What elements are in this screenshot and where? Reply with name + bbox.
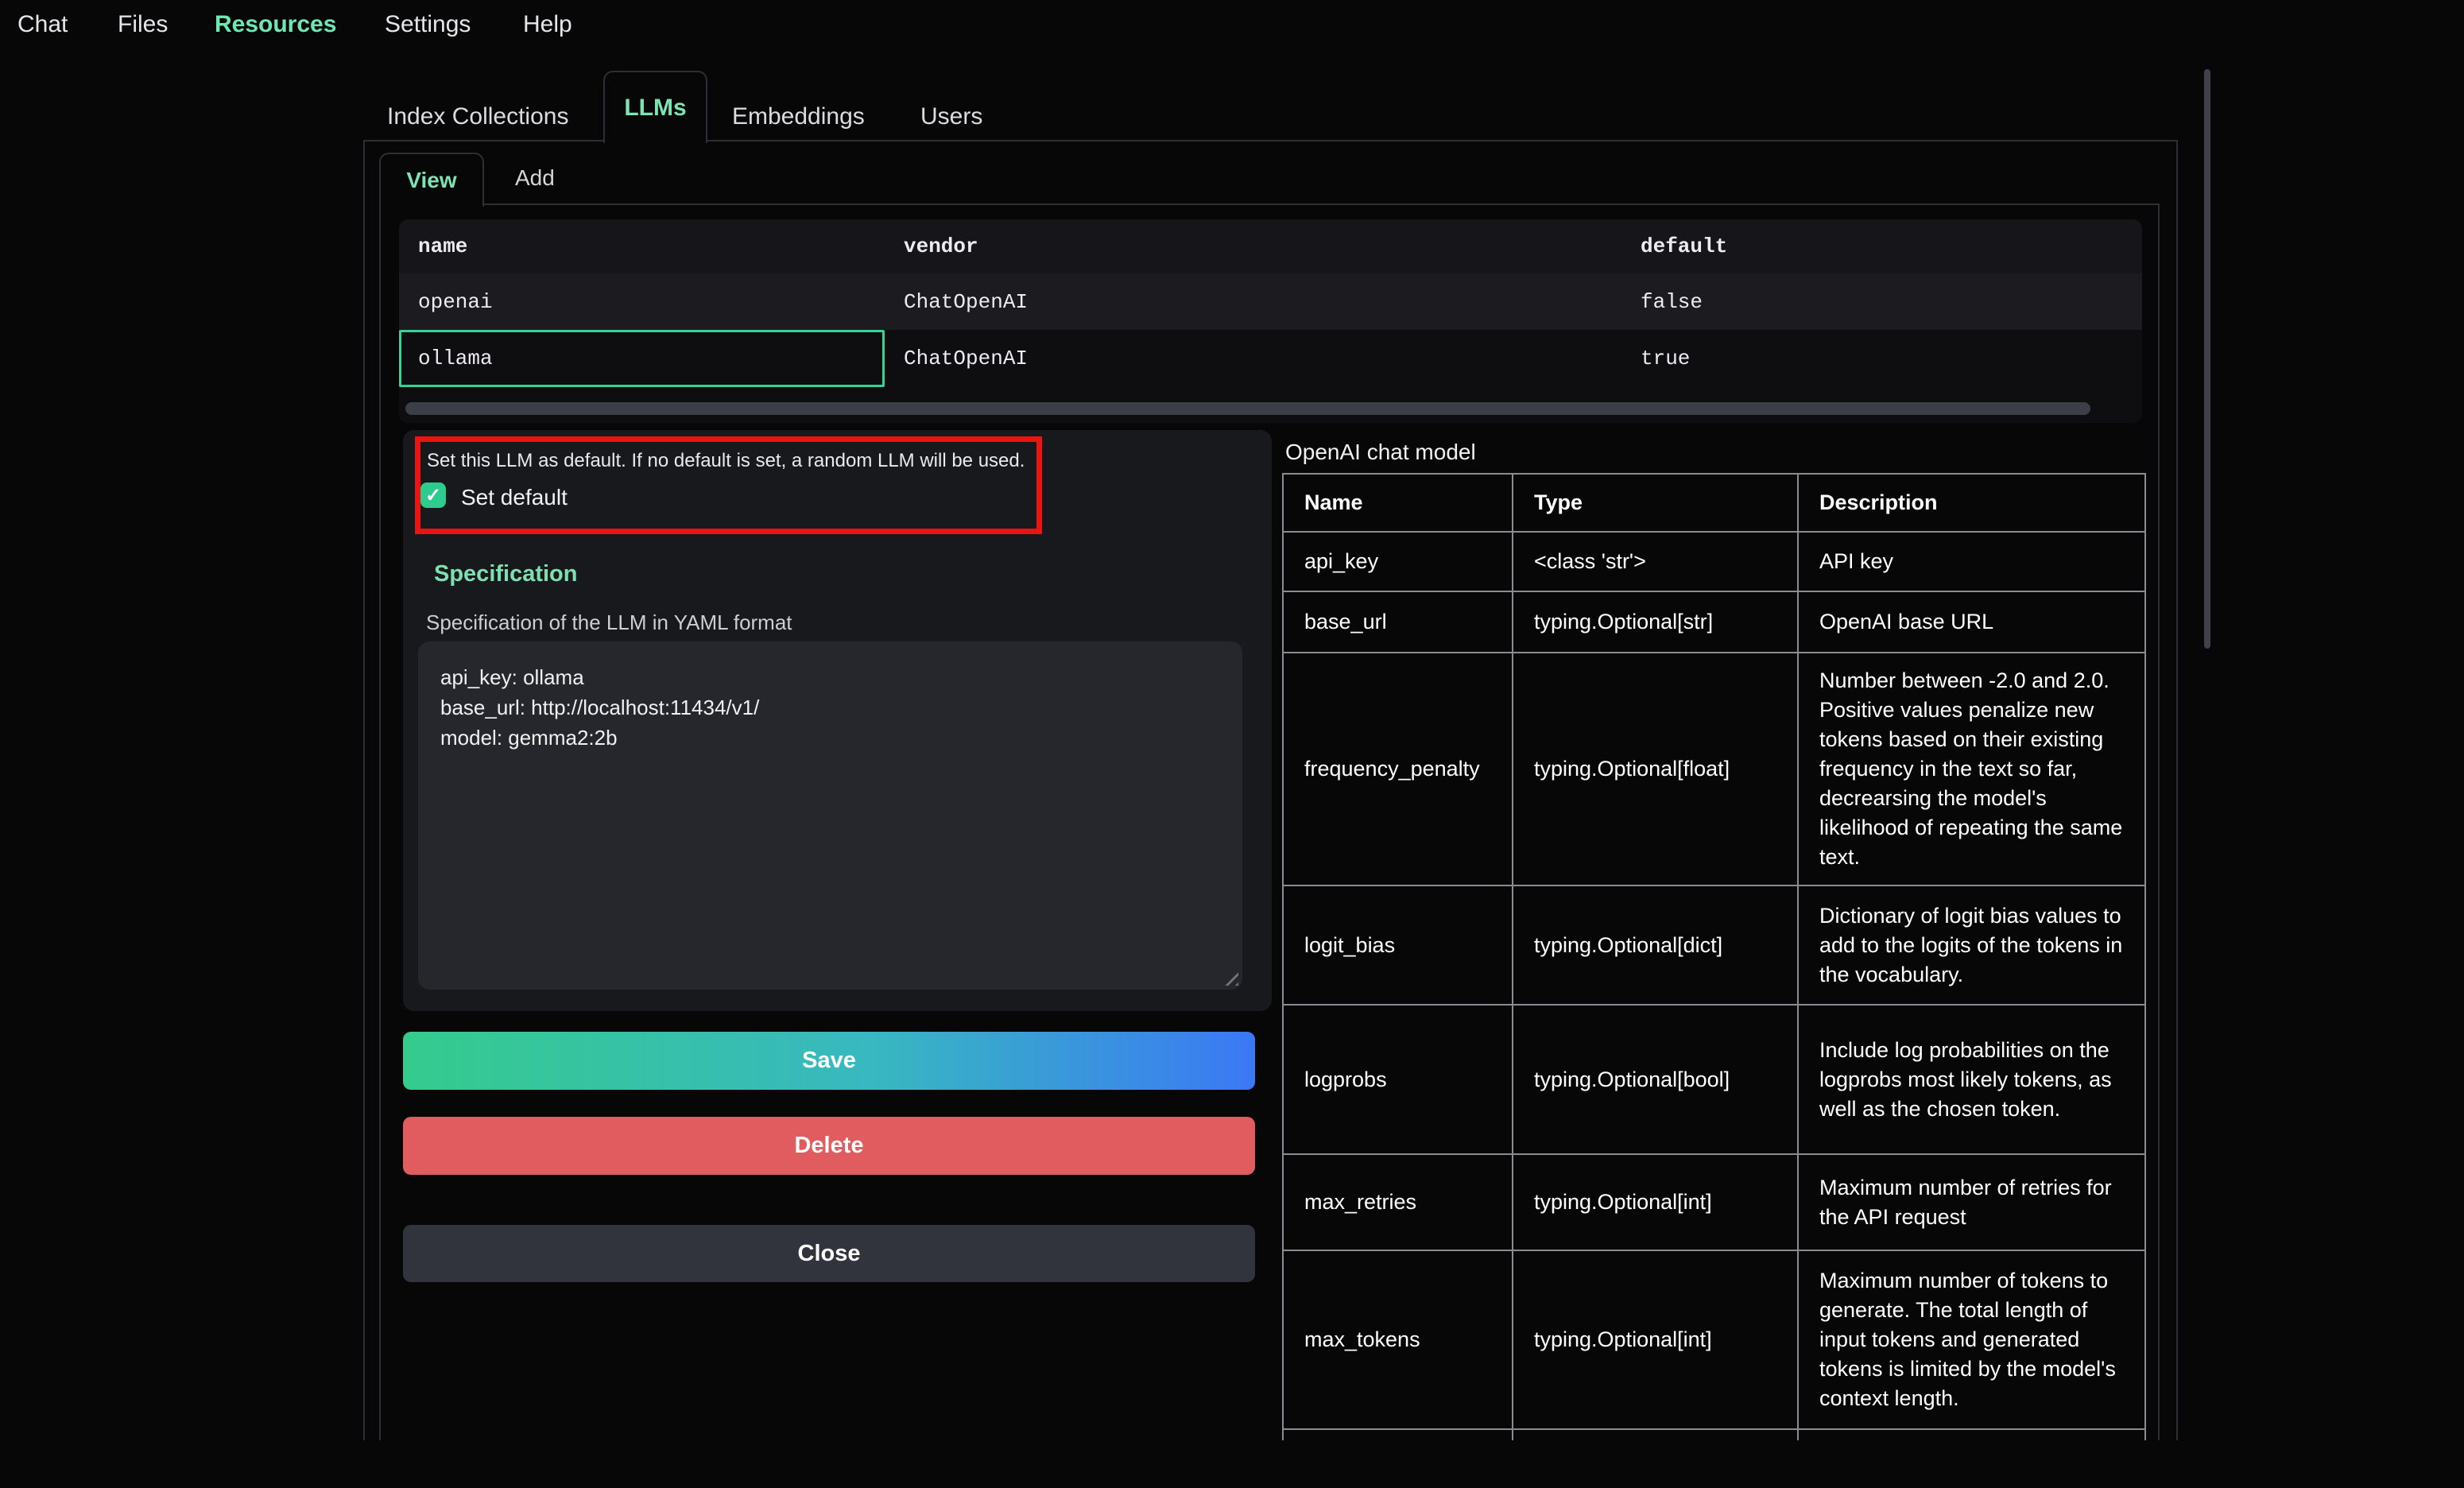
vertical-scrollbar-thumb[interactable]: [2204, 69, 2210, 649]
llm-col-vendor: vendor: [885, 219, 1621, 273]
delete-button[interactable]: Delete: [403, 1117, 1255, 1175]
model-panel-title: OpenAI chat model: [1285, 440, 1476, 465]
param-description: Maximum number of retries for the API re…: [1798, 1154, 2145, 1250]
llm-cell-default[interactable]: false: [1621, 273, 2142, 330]
specification-caption: Specification of the LLM in YAML format: [426, 610, 792, 635]
param-name: api_key: [1283, 532, 1513, 591]
param-name: logprobs: [1283, 1005, 1513, 1154]
save-button[interactable]: Save: [403, 1032, 1255, 1090]
param-description: Dictionary of logit bias values to add t…: [1798, 885, 2145, 1005]
param-name: max_tokens: [1283, 1250, 1513, 1429]
nav-item-resources[interactable]: Resources: [215, 11, 336, 38]
param-description: API key: [1798, 532, 2145, 591]
nav-item-settings[interactable]: Settings: [385, 11, 471, 38]
param-type: <class 'str'>: [1513, 532, 1798, 591]
model-table-header: Name Type Description: [1283, 474, 2145, 532]
llm-list-table: name vendor default openai ChatOpenAI fa…: [399, 219, 2142, 423]
table-row-partial: [1283, 1429, 2145, 1440]
table-row: max_retries typing.Optional[int] Maximum…: [1283, 1154, 2145, 1250]
app-root: Chat Files Resources Settings Help Index…: [0, 0, 2464, 1488]
param-description: Number between -2.0 and 2.0. Positive va…: [1798, 653, 2145, 885]
table-row: base_url typing.Optional[str] OpenAI bas…: [1283, 591, 2145, 653]
tab-embeddings[interactable]: Embeddings: [732, 103, 865, 130]
subtab-add[interactable]: Add: [515, 165, 555, 191]
param-type: [1513, 1429, 1798, 1440]
llm-cell-vendor[interactable]: ChatOpenAI: [885, 273, 1621, 330]
subtab-view-active[interactable]: View: [379, 153, 484, 207]
llm-cell-vendor[interactable]: ChatOpenAI: [885, 330, 1621, 387]
llm-table-header: name vendor default: [399, 219, 2142, 273]
table-row: api_key <class 'str'> API key: [1283, 532, 2145, 591]
param-name: frequency_penalty: [1283, 653, 1513, 885]
table-row: logprobs typing.Optional[bool] Include l…: [1283, 1005, 2145, 1154]
model-schema-table: Name Type Description api_key <class 'st…: [1282, 473, 2146, 1440]
table-row: max_tokens typing.Optional[int] Maximum …: [1283, 1250, 2145, 1429]
llm-cell-name-selected[interactable]: ollama: [399, 330, 885, 387]
param-description: OpenAI base URL: [1798, 591, 2145, 653]
llm-cell-name[interactable]: openai: [399, 273, 885, 330]
param-description: Include log probabilities on the logprob…: [1798, 1005, 2145, 1154]
horizontal-scrollbar-thumb[interactable]: [405, 402, 2090, 415]
param-name: logit_bias: [1283, 885, 1513, 1005]
param-type: typing.Optional[float]: [1513, 653, 1798, 885]
llm-col-default: default: [1621, 219, 2142, 273]
table-row[interactable]: openai ChatOpenAI false: [399, 273, 2142, 330]
table-row: logit_bias typing.Optional[dict] Diction…: [1283, 885, 2145, 1005]
model-col-type: Type: [1513, 474, 1798, 532]
param-name: max_retries: [1283, 1154, 1513, 1250]
close-button[interactable]: Close: [403, 1225, 1255, 1282]
nav-item-help[interactable]: Help: [523, 11, 572, 38]
llm-col-name: name: [399, 219, 885, 273]
specification-heading: Specification: [434, 561, 578, 587]
nav-item-chat[interactable]: Chat: [17, 11, 68, 38]
param-description: [1798, 1429, 2145, 1440]
model-col-name: Name: [1283, 474, 1513, 532]
red-annotation-box: [415, 436, 1042, 534]
tab-users[interactable]: Users: [920, 103, 982, 130]
param-description: Maximum number of tokens to generate. Th…: [1798, 1250, 2145, 1429]
param-type: typing.Optional[bool]: [1513, 1005, 1798, 1154]
nav-item-files[interactable]: Files: [118, 11, 168, 38]
param-type: typing.Optional[int]: [1513, 1154, 1798, 1250]
table-row: frequency_penalty typing.Optional[float]…: [1283, 653, 2145, 885]
tab-index-collections[interactable]: Index Collections: [387, 103, 568, 130]
param-type: typing.Optional[int]: [1513, 1250, 1798, 1429]
param-name: [1283, 1429, 1513, 1440]
tab-llms-active[interactable]: LLMs: [603, 71, 707, 143]
llm-cell-default[interactable]: true: [1621, 330, 2142, 387]
table-row-selected[interactable]: ollama ChatOpenAI true: [399, 330, 2142, 387]
param-name: base_url: [1283, 591, 1513, 653]
specification-yaml-input[interactable]: api_key: ollama base_url: http://localho…: [418, 641, 1242, 990]
model-col-description: Description: [1798, 474, 2145, 532]
param-type: typing.Optional[str]: [1513, 591, 1798, 653]
param-type: typing.Optional[dict]: [1513, 885, 1798, 1005]
model-table-container: Name Type Description api_key <class 'st…: [1282, 473, 2150, 1440]
